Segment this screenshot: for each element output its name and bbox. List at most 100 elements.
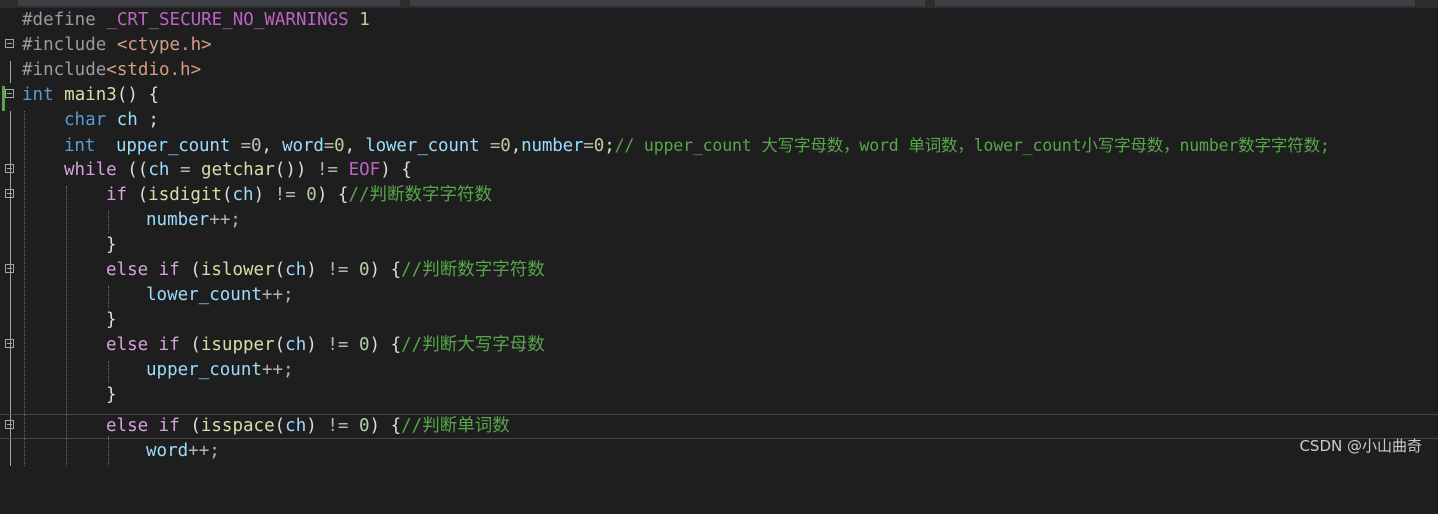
collapse-icon[interactable]: [5, 420, 14, 429]
token-keyword: else if: [106, 260, 180, 280]
token-punct: (: [190, 416, 201, 436]
token-keyword: int: [64, 136, 96, 156]
token-operator: !=: [327, 416, 349, 436]
editor-tab-strip[interactable]: [0, 0, 1438, 8]
token-keyword: if: [106, 185, 128, 205]
token-punct: ()): [274, 160, 307, 180]
code-line[interactable]: int upper_count =0, word=0, lower_count …: [0, 133, 1438, 158]
token-operator: ++;: [188, 441, 220, 461]
code-line[interactable]: int main3() {: [0, 83, 1438, 108]
token-punct: ;: [604, 136, 615, 156]
token-punct: ): [306, 416, 317, 436]
token-number: 0: [593, 136, 605, 156]
token-variable: upper_count: [115, 136, 231, 156]
token-punct: () {: [116, 85, 159, 105]
token-punct: ,: [510, 136, 522, 156]
editor-tab[interactable]: [18, 0, 400, 6]
token-comment: //判断单词数: [401, 416, 510, 436]
token-variable: lower_count: [365, 136, 480, 156]
token-keyword: char: [64, 110, 107, 130]
token-variable: ch: [232, 185, 254, 205]
code-line[interactable]: }: [0, 308, 1438, 333]
watermark: CSDN @小山曲奇: [1299, 437, 1422, 455]
collapse-icon[interactable]: [5, 189, 14, 198]
code-line[interactable]: while ((ch = getchar()) != EOF) {: [0, 158, 1438, 183]
token-comment: //判断大写字母数: [401, 335, 545, 355]
token-punct: ;: [148, 110, 159, 130]
token-punct: ): [306, 335, 317, 355]
token-punct: ) {: [369, 416, 402, 436]
token-operator: =: [240, 136, 252, 156]
token-keyword: else if: [106, 416, 180, 436]
collapse-icon[interactable]: [5, 39, 14, 48]
token-function: isdigit: [148, 185, 222, 205]
token-variable: number: [146, 210, 210, 230]
code-line[interactable]: char ch ;: [0, 108, 1438, 133]
collapse-icon[interactable]: [5, 89, 14, 98]
code-line[interactable]: number++;: [0, 208, 1438, 233]
token-macro: _CRT_SECURE_NO_WARNINGS: [106, 10, 349, 30]
collapse-icon[interactable]: [5, 339, 14, 348]
code-line[interactable]: upper_count++;: [0, 358, 1438, 383]
code-line[interactable]: word++;: [0, 439, 1438, 464]
token-operator: =: [583, 136, 594, 156]
token-variable: word: [282, 136, 324, 156]
token-number: 0: [250, 136, 262, 156]
code-line[interactable]: }: [0, 383, 1438, 408]
token-punct: (: [221, 185, 233, 205]
token-function: main3: [64, 85, 117, 105]
token-variable: ch: [285, 416, 307, 436]
token-variable: ch: [285, 260, 307, 280]
token-punct: (: [274, 335, 286, 355]
code-line[interactable]: lower_count++;: [0, 283, 1438, 308]
token-function: isupper: [200, 335, 275, 355]
token-punct: ,: [344, 136, 355, 156]
token-keyword: else if: [106, 335, 180, 355]
collapse-icon[interactable]: [5, 264, 14, 273]
code-line[interactable]: #include<stdio.h>: [0, 58, 1438, 83]
token-operator: !=: [316, 160, 339, 180]
code-line[interactable]: else if (isupper(ch) != 0) {//判断大写字母数: [0, 333, 1438, 358]
token-comment: // upper_count 大写字母数，word 单词数，lower_coun…: [614, 136, 1330, 155]
token-function: isspace: [200, 416, 275, 436]
token-punct: (: [190, 260, 201, 280]
token-number: 1: [359, 10, 370, 30]
code-line[interactable]: else if (islower(ch) != 0) {//判断数字字符数: [0, 258, 1438, 283]
token-variable: ch: [285, 335, 307, 355]
token-number: 0: [358, 335, 370, 355]
token-punct: ) {: [316, 185, 349, 205]
token-function: getchar: [201, 160, 275, 180]
token-include-file: <ctype.h>: [116, 35, 212, 55]
token-punct: ) {: [369, 260, 402, 280]
token-preprocessor: #include: [22, 35, 107, 55]
collapse-icon[interactable]: [5, 164, 14, 173]
token-punct: ((: [127, 160, 149, 180]
token-variable: lower_count: [146, 285, 262, 305]
code-line-current[interactable]: else if (isspace(ch) != 0) {//判断单词数: [0, 414, 1438, 439]
token-punct: }: [106, 235, 117, 255]
token-punct: ) {: [369, 335, 402, 355]
token-operator: !=: [274, 185, 296, 205]
token-variable: number: [521, 136, 584, 156]
editor-tab[interactable]: [410, 0, 925, 6]
code-editor[interactable]: #define _CRT_SECURE_NO_WARNINGS 1 #inclu…: [0, 8, 1438, 466]
token-variable: ch: [116, 110, 138, 130]
token-operator: =: [489, 136, 501, 156]
token-comment: //判断数字字符数: [348, 185, 493, 205]
token-number: 0: [500, 136, 511, 156]
code-line[interactable]: #include <ctype.h>: [0, 33, 1438, 58]
token-function: islower: [200, 260, 275, 280]
token-include-file: <stdio.h>: [106, 60, 202, 80]
code-line[interactable]: #define _CRT_SECURE_NO_WARNINGS 1: [0, 8, 1438, 33]
token-operator: !=: [327, 260, 349, 280]
token-number: 0: [306, 185, 317, 205]
token-variable: word: [146, 441, 189, 461]
token-number: 0: [358, 416, 370, 436]
token-operator: ++;: [261, 285, 294, 305]
code-line[interactable]: }: [0, 233, 1438, 258]
code-line[interactable]: if (isdigit(ch) != 0) {//判断数字字符数: [0, 183, 1438, 208]
token-comment: //判断数字字符数: [401, 260, 545, 280]
editor-tab[interactable]: [935, 0, 1415, 6]
token-punct: (: [274, 260, 286, 280]
token-operator: =: [179, 160, 191, 180]
